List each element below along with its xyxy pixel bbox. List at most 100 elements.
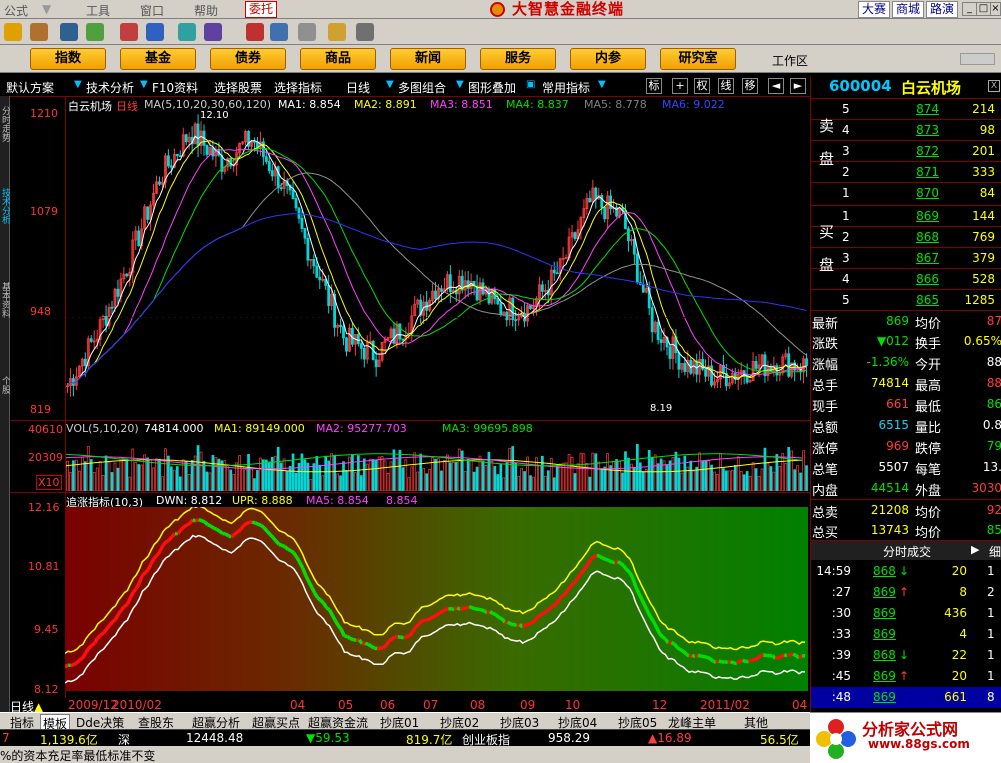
multi-chart-select[interactable]: 多图组合 xyxy=(398,79,446,96)
panel-close-icon[interactable]: X xyxy=(988,80,1000,92)
sidebar-tab-stock[interactable]: 个股 xyxy=(0,376,10,394)
dropdown-arrow-icon[interactable]: ▼ xyxy=(598,79,606,92)
bids-row[interactable]: 2 868 769 xyxy=(811,226,1001,247)
nav-scroll[interactable] xyxy=(960,53,995,65)
signal-segment xyxy=(530,619,536,625)
nav-index[interactable]: 指数 xyxy=(30,48,106,70)
brand-banner[interactable]: 分析家公式网 www.88gs.com xyxy=(810,712,1001,763)
ticks-detail[interactable]: 细 xyxy=(989,543,1001,560)
toolbar-icon-7[interactable] xyxy=(178,23,196,41)
ticks-arrow-icon[interactable]: ▶ xyxy=(971,543,979,556)
common-indicator-select[interactable]: 常用指标 xyxy=(542,79,590,96)
crosshair-button[interactable]: + xyxy=(672,78,688,94)
signal-segment xyxy=(322,602,328,609)
stat-label: 最新 xyxy=(812,317,839,332)
bids-row[interactable]: 1 869 144 xyxy=(811,205,1001,226)
toolbar-icon-4[interactable] xyxy=(86,23,104,41)
toolbar-icon-12[interactable] xyxy=(328,23,346,41)
asks-row[interactable]: 4 873 98 xyxy=(811,119,1001,140)
dropdown-arrow-icon[interactable]: ▼ xyxy=(456,79,464,92)
delegate-button[interactable]: 委托 xyxy=(245,1,277,18)
bids-row[interactable]: 3 867 379 xyxy=(811,247,1001,268)
dropdown-arrow-icon[interactable]: ▼ xyxy=(386,79,394,92)
nav-bond[interactable]: 债券 xyxy=(210,48,286,70)
tick-row[interactable]: :48 869 661 8 xyxy=(811,687,1001,708)
dropdown-arrow-icon[interactable]: ▼ xyxy=(140,79,148,92)
sidebar-tab-timeshare[interactable]: 分时走势 xyxy=(0,106,10,142)
candle-body xyxy=(466,280,470,289)
bids-row[interactable]: 5 865 1285 xyxy=(811,289,1001,310)
signal-segment xyxy=(352,637,357,643)
price-chart-pane[interactable]: 白云机场 日线 MA(5,10,20,30,60,120) MA1: 8.854… xyxy=(10,96,810,421)
volume-pane[interactable]: VOL(5,10,20) 74814.000 MA1: 89149.000 MA… xyxy=(10,420,810,493)
toolbar-icon-13[interactable] xyxy=(356,23,374,41)
asks-row[interactable]: 1 870 84 xyxy=(811,182,1001,203)
tick-row[interactable]: :27 869 ↑ 8 2 xyxy=(811,582,1001,603)
candle-body xyxy=(342,326,345,339)
nav-news[interactable]: 新闻 xyxy=(390,48,466,70)
toolbar-icon-9[interactable] xyxy=(246,23,264,41)
dropdown-arrow-icon[interactable]: ▼ xyxy=(74,79,82,92)
rights-button[interactable]: 权 xyxy=(694,78,710,94)
bids-row[interactable]: 4 866 528 xyxy=(811,268,1001,289)
candle-body xyxy=(392,328,396,344)
tick-row[interactable]: :45 869 ↑ 20 1 xyxy=(811,666,1001,687)
nav-service[interactable]: 服务 xyxy=(480,48,556,70)
select-stock-button[interactable]: 选择股票 xyxy=(214,79,262,96)
toolbar-icon-11[interactable] xyxy=(298,23,316,41)
period-select[interactable]: 日线 xyxy=(346,79,370,96)
toolbar-icon-1[interactable] xyxy=(4,23,22,41)
toolbar-icon-5[interactable] xyxy=(120,23,138,41)
asks-row[interactable]: 3 872 201 xyxy=(811,140,1001,161)
signal-segment xyxy=(763,653,767,658)
sidebar-tab-fundamental[interactable]: 基本资料 xyxy=(0,282,10,318)
menu-formula[interactable]: 公式 xyxy=(4,2,28,19)
lock-icon[interactable]: ▣ xyxy=(526,79,535,92)
menu-tools[interactable]: 工具 xyxy=(86,2,110,19)
toolbar-icon-10[interactable] xyxy=(270,23,288,41)
tick-row[interactable]: 14:59 868 ↓ 20 1 xyxy=(811,561,1001,582)
indicator-pane[interactable]: 追涨指标(10,3) DWN: 8.812 UPR: 8.888 MA5: 8.… xyxy=(10,492,810,699)
f10-button[interactable]: F10资料 xyxy=(152,79,198,96)
tick-row[interactable]: :39 868 ↓ 22 1 xyxy=(811,645,1001,666)
nav-insider[interactable]: 内参 xyxy=(570,48,646,70)
stat-label: 总手 xyxy=(812,379,839,394)
workzone-label[interactable]: 工作区 xyxy=(772,52,808,69)
volume-bar xyxy=(434,458,437,491)
signal-segment xyxy=(75,658,82,665)
vol-header: VOL(5,10,20) xyxy=(66,422,139,435)
toolbar-icon-6[interactable] xyxy=(146,23,164,41)
tick-row[interactable]: :30 869 436 1 xyxy=(811,603,1001,624)
select-indicator-button[interactable]: 选择指标 xyxy=(274,79,322,96)
nav-commodity[interactable]: 商品 xyxy=(300,48,376,70)
link-contest[interactable]: 大赛 xyxy=(858,1,891,18)
menu-window[interactable]: 窗口 xyxy=(140,2,164,19)
nav-research[interactable]: 研究室 xyxy=(660,48,736,70)
tick-row[interactable]: :33 869 4 1 xyxy=(811,624,1001,645)
line-button[interactable]: 线 xyxy=(718,78,734,94)
volume-bar xyxy=(407,477,411,491)
signal-segment xyxy=(128,591,135,599)
candle-body xyxy=(175,153,179,157)
asks-row[interactable]: 2 871 333 xyxy=(811,161,1001,182)
scroll-right-button[interactable]: ► xyxy=(790,78,806,94)
move-button[interactable]: 移 xyxy=(742,78,758,94)
mark-button[interactable]: 标 xyxy=(646,78,662,94)
nav-fund[interactable]: 基金 xyxy=(120,48,196,70)
menu-help[interactable]: 帮助 xyxy=(194,2,218,19)
toolbar-icon-8[interactable] xyxy=(204,23,222,41)
overlay-select[interactable]: 图形叠加 xyxy=(468,79,516,96)
maximize-button[interactable]: □ xyxy=(976,2,991,16)
sidebar-tab-technical[interactable]: 技术分析 xyxy=(0,188,10,224)
scroll-left-button[interactable]: ◄ xyxy=(768,78,784,94)
scheme-select[interactable]: 默认方案 xyxy=(6,79,54,96)
binoculars-icon[interactable] xyxy=(60,23,78,41)
link-mall[interactable]: 商城 xyxy=(892,1,925,18)
ticks-title[interactable]: 分时成交 xyxy=(883,543,931,560)
toolbar-icon-2[interactable] xyxy=(30,23,48,41)
close-button[interactable]: × xyxy=(990,2,1001,16)
minimize-button[interactable]: _ xyxy=(962,2,977,16)
link-roadshow[interactable]: 路演 xyxy=(926,1,959,18)
tech-analysis-select[interactable]: 技术分析 xyxy=(86,79,134,96)
asks-row[interactable]: 5 874 214 xyxy=(811,98,1001,119)
